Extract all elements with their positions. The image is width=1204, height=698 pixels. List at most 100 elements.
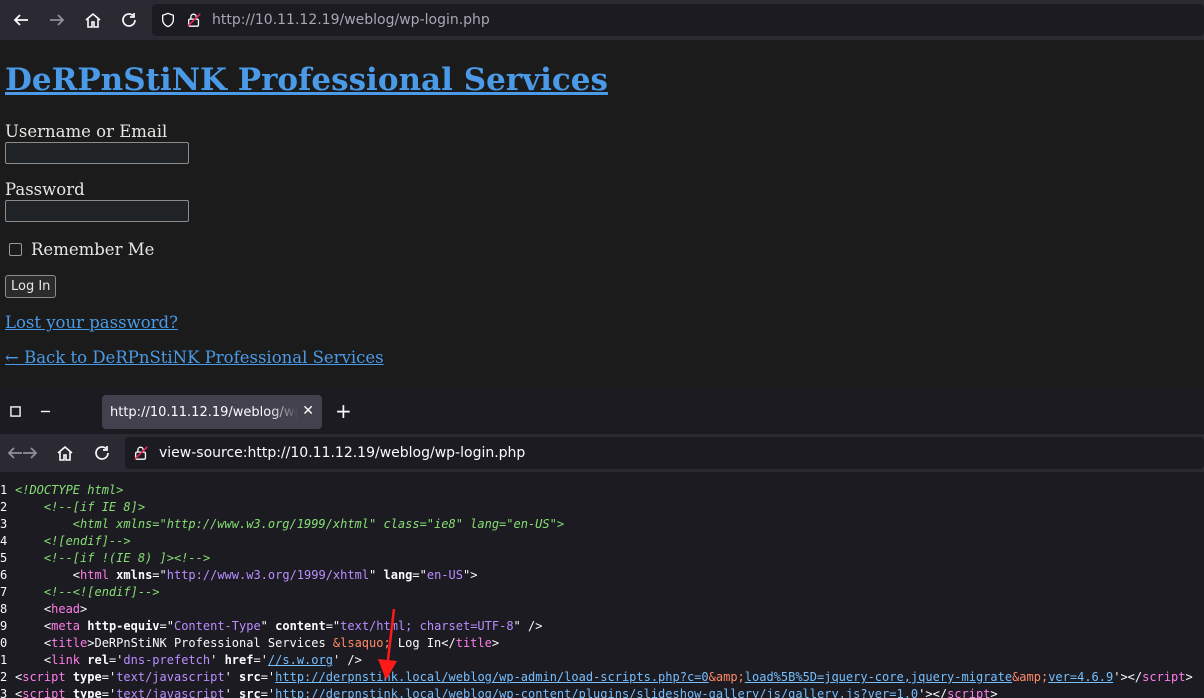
source-token: type — [72, 670, 102, 684]
source-token: text/javascript — [116, 670, 225, 684]
source-token: > — [990, 687, 998, 698]
tab-view-source[interactable]: http://10.11.12.19/weblog/wp-login.php ✕ — [102, 395, 322, 429]
line-number: 3 — [0, 517, 8, 531]
line-number: 2 — [0, 500, 8, 514]
forward-button[interactable] — [42, 5, 72, 35]
insecure-lock-icon[interactable] — [133, 445, 149, 461]
source-code: <!--[if IE 8]> — [15, 499, 145, 516]
reload-button[interactable] — [114, 5, 144, 35]
source-code: <html xmlns="http://www.w3.org/1999/xhtm… — [15, 567, 478, 584]
source-code: <!--[if !(IE 8) ]><!--> — [15, 550, 210, 567]
line-number: 3 — [0, 687, 8, 698]
shield-icon[interactable] — [160, 12, 176, 28]
url-bar-2[interactable]: view-source:http://10.11.12.19/weblog/wp… — [125, 437, 1204, 469]
source-token: &lsaquo; — [332, 636, 391, 650]
source-line: 6 <html xmlns="http://www.w3.org/1999/xh… — [0, 567, 1204, 584]
password-label: Password — [5, 180, 85, 199]
source-line: 2 <script type='text/javascript' src='htt… — [0, 669, 1204, 686]
username-label: Username or Email — [5, 122, 168, 141]
source-token: href — [224, 653, 254, 667]
source-token: =" — [325, 619, 341, 633]
close-tab-icon[interactable]: ✕ — [302, 403, 314, 419]
source-token: script — [1142, 670, 1186, 684]
source-token: " — [260, 619, 276, 633]
username-input[interactable] — [5, 142, 189, 164]
login-button[interactable]: Log In — [5, 275, 57, 298]
line-number: 2 — [0, 670, 8, 684]
source-link[interactable]: //s.w.org — [268, 653, 333, 667]
source-link[interactable]: load%5B%5D=jquery-core,jquery-migrate — [745, 670, 1012, 684]
source-token: xmlns — [116, 568, 153, 582]
source-token: script — [947, 687, 991, 698]
window-restore-button[interactable] — [5, 401, 25, 421]
home-button-2[interactable] — [50, 438, 80, 468]
source-token: < — [15, 619, 52, 633]
reload-icon — [95, 446, 109, 460]
source-token: head — [51, 602, 81, 616]
source-token: '></ — [1113, 670, 1143, 684]
remember-me-label[interactable]: Remember Me — [31, 240, 154, 259]
source-code: <!--<![endif]--> — [15, 584, 160, 601]
source-code: <meta http-equiv="Content-Type" content=… — [15, 618, 543, 635]
source-line: 1 <!DOCTYPE html> — [0, 482, 1204, 499]
source-token: " — [369, 568, 384, 582]
home-icon — [85, 12, 101, 28]
forward-arrow-icon — [50, 14, 65, 26]
source-link[interactable]: ver=4.6.9 — [1048, 670, 1113, 684]
source-token: type — [72, 687, 102, 698]
source-token: < — [15, 636, 52, 650]
new-tab-icon[interactable]: + — [335, 399, 352, 423]
source-token: " /> — [513, 619, 543, 633]
source-token: > — [491, 636, 500, 650]
source-line: 5 <!--[if !(IE 8) ]><!--> — [0, 550, 1204, 567]
window-minimize-button[interactable] — [35, 401, 55, 421]
source-line: 9 <meta http-equiv="Content-Type" conten… — [0, 618, 1204, 635]
source-token: en-US — [426, 568, 463, 582]
view-source-pane: 1 <!DOCTYPE html> 2 <!--[if IE 8]> 3 <html … — [0, 472, 1204, 698]
source-token: "> — [462, 568, 478, 582]
back-button[interactable] — [6, 5, 36, 35]
source-code: <head> — [15, 601, 87, 618]
url-bar[interactable]: http://10.11.12.19/weblog/wp-login.php — [152, 4, 1204, 36]
source-token: ' — [224, 670, 240, 684]
source-token: http://www.w3.org/1999/xhtml — [166, 568, 370, 582]
second-browser-toolbar: view-source:http://10.11.12.19/weblog/wp… — [0, 434, 1204, 472]
line-number: 0 — [0, 636, 8, 650]
back-to-site-link[interactable]: ← Back to DeRPnStiNK Professional Servic… — [5, 348, 384, 367]
source-line: 7 <!--<![endif]--> — [0, 584, 1204, 601]
password-input[interactable] — [5, 200, 189, 222]
source-token: <!--<![endif]--> — [15, 585, 160, 599]
source-token: =' — [108, 653, 124, 667]
line-number: 8 — [0, 602, 8, 616]
remember-me-checkbox[interactable] — [9, 243, 22, 256]
source-token: rel — [87, 653, 109, 667]
source-token: Content-Type — [173, 619, 261, 633]
back-arrow-icon — [13, 14, 28, 26]
source-code: <link rel='dns-prefetch' href='//s.w.org… — [15, 652, 362, 669]
source-token: < — [15, 653, 52, 667]
source-token: =' — [101, 670, 117, 684]
source-token: <!--[if IE 8]> — [15, 500, 146, 514]
site-title-link[interactable]: DeRPnStiNK Professional Services — [5, 62, 608, 98]
source-token: title — [455, 636, 492, 650]
reload-button-2[interactable] — [87, 438, 117, 468]
source-token: <![endif]--> — [15, 534, 131, 548]
home-button[interactable] — [78, 5, 108, 35]
source-token: <html xmlns="http://www.w3.org/1999/xhtm… — [15, 517, 565, 531]
source-code: <script type='text/javascript' src='http… — [15, 669, 1193, 686]
lost-password-link[interactable]: Lost your password? — [5, 313, 178, 332]
source-code: <script type='text/javascript' src='http… — [15, 686, 998, 698]
source-token: http-equiv — [87, 619, 160, 633]
source-token: src — [239, 687, 261, 698]
source-link[interactable]: http://derpnstink.local/weblog/wp-conten… — [275, 687, 918, 698]
forward-button-2[interactable] — [15, 438, 45, 468]
line-number: 5 — [0, 551, 8, 565]
url-text: http://10.11.12.19/weblog/wp-login.php — [212, 12, 490, 28]
restore-icon — [9, 405, 21, 417]
insecure-lock-icon[interactable] — [186, 12, 202, 28]
source-token: > — [1185, 670, 1193, 684]
source-token: =' — [260, 687, 276, 698]
source-token: text/javascript — [116, 687, 225, 698]
source-token: link — [51, 653, 81, 667]
source-link[interactable]: http://derpnstink.local/weblog/wp-admin/… — [275, 670, 708, 684]
